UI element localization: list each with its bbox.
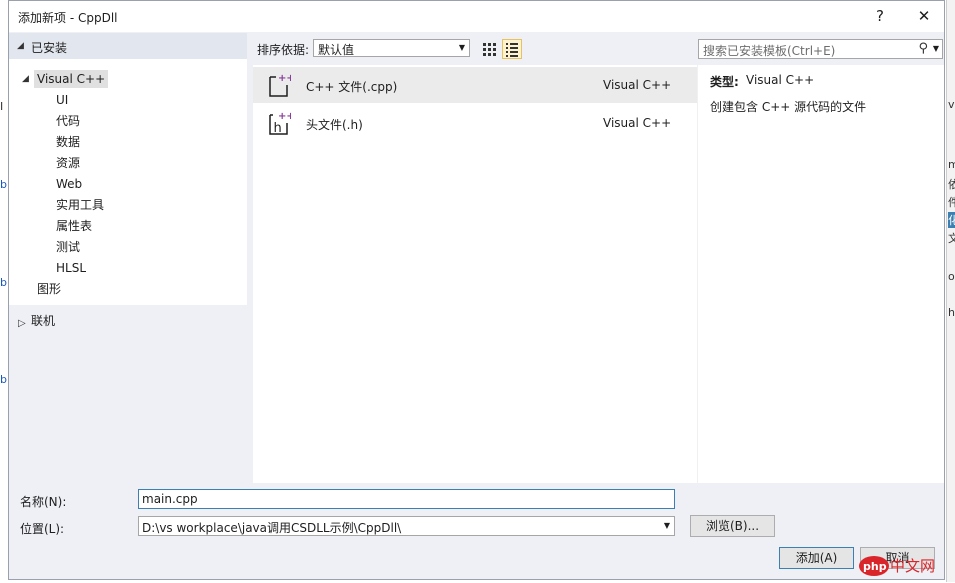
svg-text:php: php [863,560,887,573]
add-button[interactable]: 添加(A) [779,547,854,569]
sort-label: 排序依据: [257,43,310,57]
name-label: 名称(N): [20,495,67,509]
template-list: ++ C++ 文件(.cpp) Visual C++ h ++ 头文件(.h) … [253,65,697,483]
chevron-down-icon[interactable]: ▼ [933,44,939,53]
tree-item-data[interactable]: 数据 [56,133,80,151]
title-bar: 添加新项 - CppDll ? ✕ [9,1,944,32]
template-language: Visual C++ [603,116,672,130]
type-label: 类型: [710,75,739,89]
location-value: D:\vs workplace\java调用CSDLL示例\CppDll\ [142,521,402,535]
tree-item-utility[interactable]: 实用工具 [56,196,104,214]
close-icon: ✕ [917,7,931,25]
help-button[interactable]: ? [866,5,894,27]
svg-text:中文网: 中文网 [890,557,935,575]
sort-bar: 排序依据: 默认值 ▼ [253,33,697,61]
installed-label: 已安装 [31,41,68,55]
tree-item-online[interactable]: 联机 [31,312,55,330]
help-icon: ? [876,7,884,25]
list-view-icon [506,43,518,57]
template-tree-pane: ◢ 已安装 ◢ Visual C++ UI 代码 数据 资源 Web 实用工具 … [9,33,247,483]
collapse-triangle-icon[interactable]: ◢ [17,41,24,51]
template-item-cpp[interactable]: ++ C++ 文件(.cpp) Visual C++ [253,67,697,103]
chevron-down-icon[interactable]: ▼ [664,521,670,530]
tree-installed-list: ◢ Visual C++ UI 代码 数据 资源 Web 实用工具 属性表 测试… [9,59,247,305]
details-pane: 搜索已安装模板(Ctrl+E) ⚲ ▼ 类型: Visual C++ 创建包含 … [698,33,944,483]
tree-item-test[interactable]: 测试 [56,238,80,256]
template-name: C++ 文件(.cpp) [306,80,398,94]
sort-dropdown[interactable]: 默认值 ▼ [313,39,470,57]
grid-view-icon [483,43,496,56]
tree-item-code[interactable]: 代码 [56,112,80,130]
close-button[interactable]: ✕ [910,5,938,27]
chevron-down-icon: ▼ [458,43,465,52]
medium-icons-view-button[interactable] [479,39,499,59]
search-icon[interactable]: ⚲ [918,41,928,56]
list-view-button[interactable] [502,39,522,59]
item-form: 名称(N): main.cpp 位置(L): D:\vs workplace\j… [9,483,944,579]
svg-text:h: h [274,121,282,136]
tree-item-ui[interactable]: UI [56,91,68,109]
template-description: 类型: Visual C++ 创建包含 C++ 源代码的文件 [698,65,944,483]
tree-item-hlsl[interactable]: HLSL [56,259,86,277]
search-templates-input[interactable]: 搜索已安装模板(Ctrl+E) ⚲ ▼ [698,39,943,59]
collapse-triangle-icon[interactable]: ◢ [22,74,29,84]
installed-header[interactable]: ◢ 已安装 [9,33,247,59]
template-list-pane: 排序依据: 默认值 ▼ ++ C++ 文件(.cpp) Visual C++ h… [253,33,697,483]
template-item-header[interactable]: h ++ 头文件(.h) Visual C++ [253,105,697,141]
location-label: 位置(L): [20,522,65,536]
svg-text:++: ++ [278,111,291,122]
dialog-title: 添加新项 - CppDll [18,11,118,25]
type-value: Visual C++ [746,73,815,87]
search-placeholder: 搜索已安装模板(Ctrl+E) [703,44,836,58]
browse-button[interactable]: 浏览(B)... [690,515,775,537]
svg-text:++: ++ [278,73,291,84]
name-input[interactable]: main.cpp [138,489,675,509]
php-watermark-icon: php 中文网 [859,556,935,576]
template-name: 头文件(.h) [306,118,363,132]
cpp-file-icon: ++ [269,73,291,97]
header-file-icon: h ++ [269,111,291,136]
watermark-logo: php 中文网 [858,548,946,580]
description-text: 创建包含 C++ 源代码的文件 [710,100,867,114]
template-language: Visual C++ [603,78,672,92]
add-new-item-dialog: 添加新项 - CppDll ? ✕ ◢ 已安装 ◢ Visual C++ UI … [8,0,945,580]
background-app-right-edge: v m 依 件 化 文 o h [946,0,955,582]
name-input-value: main.cpp [142,492,198,506]
tree-item-web[interactable]: Web [56,175,82,193]
tree-item-resources[interactable]: 资源 [56,154,80,172]
tree-item-graphics[interactable]: 图形 [37,280,61,298]
tree-item-visual-cpp[interactable]: Visual C++ [34,70,109,88]
expand-triangle-icon[interactable]: ▷ [18,318,26,329]
sort-value: 默认值 [318,43,355,57]
tree-item-property-sheets[interactable]: 属性表 [56,217,92,235]
location-combobox[interactable]: D:\vs workplace\java调用CSDLL示例\CppDll\ ▼ [138,516,675,536]
